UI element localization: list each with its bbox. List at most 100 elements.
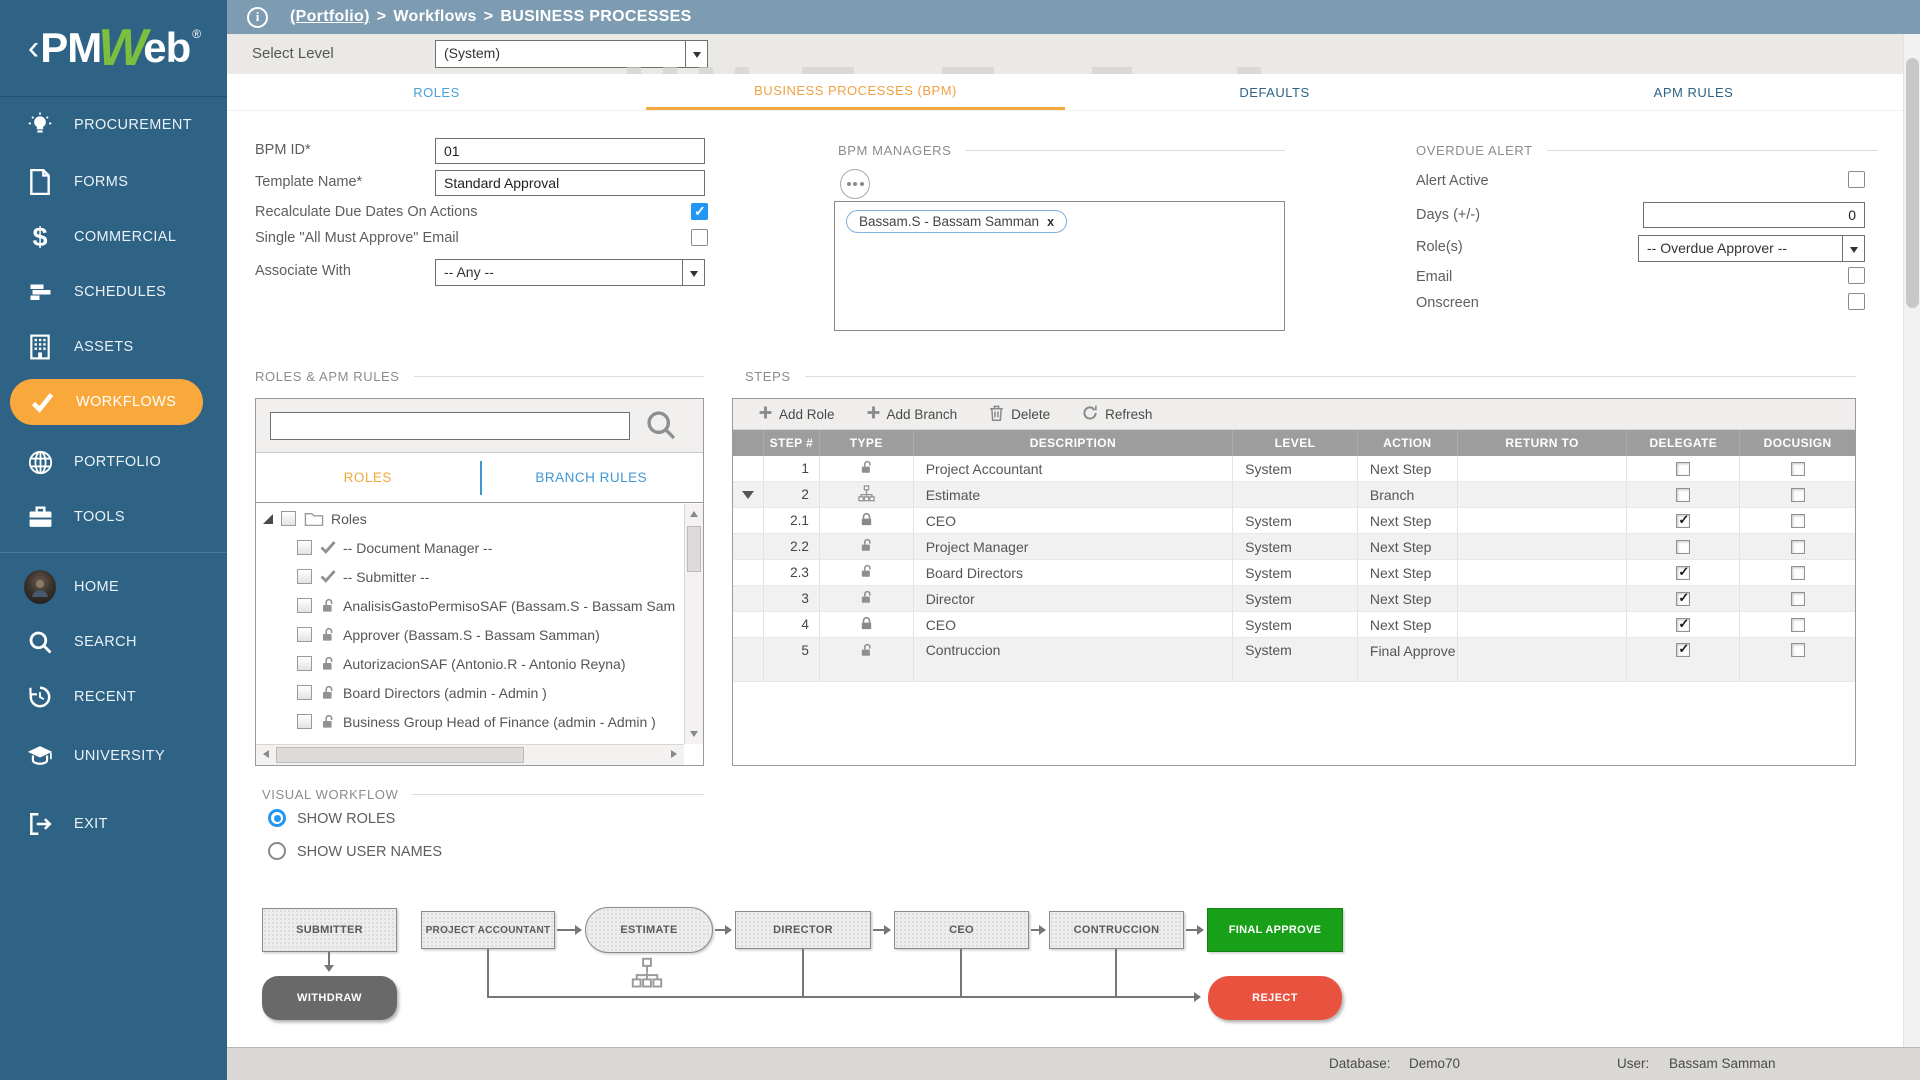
tree-item[interactable]: Approver (Bassam.S - Bassam Samman) [257, 620, 683, 649]
column-action[interactable]: ACTION [1357, 430, 1457, 456]
scrollbar-thumb[interactable] [276, 747, 524, 763]
days-input[interactable] [1643, 202, 1865, 228]
docusign-checkbox[interactable] [1791, 592, 1805, 606]
docusign-checkbox[interactable] [1791, 618, 1805, 632]
tree-root-roles[interactable]: Roles [257, 504, 683, 533]
scroll-left-icon[interactable] [263, 750, 269, 758]
expander-icon[interactable] [263, 514, 273, 524]
sidebar-item-search[interactable]: SEARCH [0, 619, 227, 665]
tab-branch-rules[interactable]: BRANCH RULES [480, 453, 704, 502]
step-row-1[interactable]: 1 Project Accountant System Next Step [733, 456, 1855, 482]
roles-search-input[interactable] [270, 412, 630, 440]
tree-item[interactable]: -- Document Manager -- [257, 533, 683, 562]
step-row-2[interactable]: 2 Estimate Branch [733, 482, 1855, 508]
chevron-down-icon[interactable] [685, 41, 707, 67]
search-icon[interactable] [644, 408, 678, 447]
info-icon[interactable]: i [247, 7, 268, 28]
docusign-checkbox[interactable] [1791, 566, 1805, 580]
sidebar-item-workflows[interactable]: WORKFLOWS [10, 379, 203, 425]
delegate-checkbox[interactable] [1676, 514, 1690, 528]
sidebar-item-assets[interactable]: ASSETS [0, 324, 227, 370]
sidebar-item-forms[interactable]: FORMS [0, 159, 227, 205]
chevron-down-icon[interactable] [1842, 236, 1864, 261]
tree-item[interactable]: -- Submitter -- [257, 562, 683, 591]
tab-roles-inner[interactable]: ROLES [256, 453, 480, 502]
refresh-button[interactable]: Refresh [1082, 405, 1152, 424]
scroll-right-icon[interactable] [671, 750, 677, 758]
chevron-down-icon[interactable] [682, 260, 704, 285]
delegate-checkbox[interactable] [1676, 592, 1690, 606]
tree-item[interactable]: Business Group Head of Finance (admin - … [257, 707, 683, 736]
sidebar-item-tools[interactable]: TOOLS [0, 494, 227, 540]
tab-apm-rules[interactable]: APM RULES [1484, 74, 1903, 110]
bpm-id-input[interactable] [435, 138, 705, 164]
overdue-role-dropdown[interactable]: -- Overdue Approver -- [1638, 235, 1865, 262]
tab-defaults[interactable]: DEFAULTS [1065, 74, 1484, 110]
docusign-checkbox[interactable] [1791, 488, 1805, 502]
tree-checkbox[interactable] [297, 540, 312, 555]
column-step[interactable]: STEP # [763, 430, 819, 456]
collapse-chevron-icon[interactable]: ‹ [28, 29, 39, 68]
step-row-3[interactable]: 3 Director System Next Step [733, 586, 1855, 612]
delegate-checkbox[interactable] [1676, 643, 1690, 657]
show-roles-radio[interactable] [268, 809, 286, 827]
docusign-checkbox[interactable] [1791, 462, 1805, 476]
sidebar-item-procurement[interactable]: PROCUREMENT [0, 102, 227, 148]
step-row-2-2[interactable]: 2.2 Project Manager System Next Step [733, 534, 1855, 560]
tree-checkbox[interactable] [297, 714, 312, 729]
tree-checkbox[interactable] [297, 598, 312, 613]
step-row-2-1[interactable]: 2.1 CEO System Next Step [733, 508, 1855, 534]
sidebar-item-exit[interactable]: EXIT [0, 801, 227, 847]
column-type[interactable]: TYPE [819, 430, 913, 456]
sidebar-item-commercial[interactable]: $ COMMERCIAL [0, 214, 227, 260]
scroll-down-icon[interactable] [690, 731, 698, 737]
delegate-checkbox[interactable] [1676, 618, 1690, 632]
add-branch-button[interactable]: Add Branch [867, 406, 958, 422]
scrollbar-thumb[interactable] [1906, 58, 1919, 308]
pmweb-logo[interactable]: ‹PMWeb® [0, 0, 227, 97]
tree-checkbox[interactable] [281, 511, 296, 526]
sidebar-item-home[interactable]: HOME [0, 564, 227, 610]
tree-checkbox[interactable] [297, 656, 312, 671]
sidebar-item-recent[interactable]: RECENT [0, 674, 227, 720]
column-docusign[interactable]: DOCUSIGN [1739, 430, 1855, 456]
delegate-checkbox[interactable] [1676, 566, 1690, 580]
step-row-4[interactable]: 4 CEO System Next Step [733, 612, 1855, 638]
delegate-checkbox[interactable] [1676, 462, 1690, 476]
associate-with-dropdown[interactable]: -- Any -- [435, 259, 705, 286]
sidebar-item-university[interactable]: UNIVERSITY [0, 733, 227, 779]
tree-item[interactable]: AutorizacionSAF (Antonio.R - Antonio Rey… [257, 649, 683, 678]
show-user-names-radio[interactable] [268, 842, 286, 860]
tree-item[interactable]: AnalisisGastoPermisoSAF (Bassam.S - Bass… [257, 591, 683, 620]
tree-checkbox[interactable] [297, 685, 312, 700]
tab-business-processes[interactable]: BUSINESS PROCESSES (BPM) [646, 74, 1065, 110]
column-return-to[interactable]: RETURN TO [1457, 430, 1627, 456]
bpm-managers-box[interactable]: Bassam.S - Bassam Samman x [834, 201, 1285, 331]
delegate-checkbox[interactable] [1676, 488, 1690, 502]
chip-remove-icon[interactable]: x [1047, 215, 1054, 229]
collapse-triangle-icon[interactable] [742, 491, 754, 499]
tree-item[interactable]: Board Directors (admin - Admin ) [257, 678, 683, 707]
template-name-input[interactable] [435, 170, 705, 196]
add-role-button[interactable]: Add Role [759, 406, 835, 422]
tree-vertical-scrollbar[interactable] [684, 504, 703, 744]
delete-button[interactable]: Delete [989, 404, 1050, 424]
step-row-2-3[interactable]: 2.3 Board Directors System Next Step [733, 560, 1855, 586]
sidebar-item-portfolio[interactable]: PORTFOLIO [0, 439, 227, 485]
sidebar-item-schedules[interactable]: SCHEDULES [0, 269, 227, 315]
docusign-checkbox[interactable] [1791, 643, 1805, 657]
tree-checkbox[interactable] [297, 569, 312, 584]
select-level-dropdown[interactable]: (System) [435, 40, 708, 68]
onscreen-checkbox[interactable] [1848, 293, 1865, 310]
column-description[interactable]: DESCRIPTION [913, 430, 1232, 456]
docusign-checkbox[interactable] [1791, 540, 1805, 554]
delegate-checkbox[interactable] [1676, 540, 1690, 554]
single-email-checkbox[interactable] [691, 229, 708, 246]
tab-roles[interactable]: ROLES [227, 74, 646, 110]
scroll-up-icon[interactable] [690, 511, 698, 517]
tree-horizontal-scrollbar[interactable] [256, 744, 684, 765]
alert-active-checkbox[interactable] [1848, 171, 1865, 188]
tree-checkbox[interactable] [297, 627, 312, 642]
column-level[interactable]: LEVEL [1232, 430, 1357, 456]
step-row-5[interactable]: 5 Contruccion System Final Approve [733, 638, 1855, 682]
